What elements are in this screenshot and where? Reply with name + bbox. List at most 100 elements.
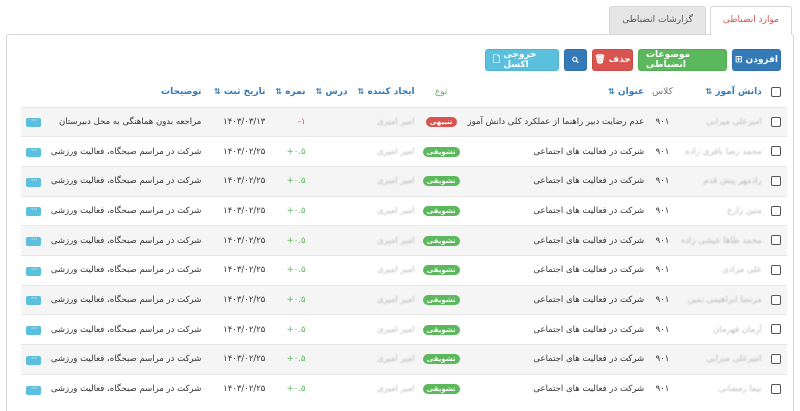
- col-class[interactable]: کلاس: [648, 77, 677, 107]
- row-checkbox[interactable]: [771, 265, 782, 276]
- tab-disciplinary-cases[interactable]: موارد انضباطی: [709, 6, 792, 35]
- table-row[interactable]: رادمهر پیش قدم ۹۰۱ شرکت در فعالیت های اجتم…: [21, 165, 787, 197]
- table-row[interactable]: امیرعلی میرابی ۹۰۱ شرکت در فعالیت های اجتم…: [21, 344, 787, 375]
- lesson-value: [309, 344, 352, 375]
- date-value: ۱۴۰۳/۰۲/۲۵: [205, 136, 270, 167]
- title-value: شرکت در فعالیت های اجتماعی: [463, 165, 649, 197]
- excel-export-button[interactable]: 🗋 خروجی اکسل: [485, 49, 559, 71]
- type-badge: تنبیهی: [425, 116, 457, 127]
- search-icon: [572, 56, 579, 64]
- lesson-value: [309, 165, 352, 197]
- row-select-cell: [765, 284, 787, 315]
- notes-value: شرکت در مراسم صبحگاه، فعالیت ورزشی: [46, 284, 206, 315]
- row-checkbox[interactable]: [771, 235, 782, 246]
- col-lesson[interactable]: درس ⇅: [310, 77, 352, 107]
- sort-icon: ⇅: [275, 86, 283, 96]
- sort-icon: ⇅: [357, 86, 365, 96]
- row-actions-cell: ···: [21, 225, 47, 256]
- row-checkbox[interactable]: [771, 354, 782, 365]
- row-checkbox[interactable]: [771, 205, 782, 216]
- table-row[interactable]: مرتضا ابراهیمی ثمین ۹۰۱ شرکت در فعالیت های…: [21, 284, 787, 315]
- creator-name: امیر امیری: [351, 106, 419, 137]
- col-title[interactable]: عنوان ⇅: [464, 77, 649, 107]
- row-checkbox[interactable]: [771, 146, 782, 157]
- class-value: ۹۰۱: [648, 106, 677, 137]
- type-cell: تشویقی: [418, 225, 464, 256]
- row-actions-cell: ···: [21, 136, 47, 167]
- tab-disciplinary-reports[interactable]: گزارشات انضباطی: [609, 6, 706, 34]
- row-checkbox[interactable]: [771, 175, 782, 186]
- ellipsis-icon[interactable]: ···: [26, 236, 42, 247]
- row-actions-cell: ···: [21, 165, 47, 197]
- grade-value: +۰.۵: [269, 344, 310, 375]
- creator-name: امیر امیری: [351, 344, 419, 375]
- ellipsis-icon[interactable]: ···: [26, 147, 42, 158]
- sort-icon: ⇅: [214, 86, 221, 96]
- title-value: شرکت در فعالیت های اجتماعی: [463, 284, 649, 315]
- ellipsis-icon[interactable]: ···: [26, 265, 42, 276]
- notes-value: شرکت در مراسم صبحگاه، فعالیت ورزشی: [46, 314, 206, 345]
- type-cell: تشویقی: [418, 195, 464, 226]
- table-row[interactable]: محمد رضا باقری زاده ۹۰۱ شرکت در فعالیت های…: [21, 136, 787, 167]
- grade-value: +۰.۵: [269, 165, 310, 197]
- class-value: ۹۰۱: [648, 225, 677, 256]
- type-cell: تشویقی: [418, 373, 464, 404]
- search-button[interactable]: [564, 49, 587, 71]
- class-value: ۹۰۱: [648, 165, 677, 197]
- col-notes[interactable]: توضیحات: [47, 77, 206, 107]
- col-type[interactable]: نوع: [419, 77, 464, 107]
- type-cell: تشویقی: [418, 284, 464, 315]
- select-all-checkbox[interactable]: [771, 86, 782, 97]
- grade-value: +۰.۵: [269, 314, 310, 345]
- disciplinary-topics-button[interactable]: موضوعات انضباطی: [638, 49, 727, 71]
- row-checkbox[interactable]: [771, 116, 782, 127]
- col-grade[interactable]: نمره ⇅: [269, 77, 309, 107]
- col-date-label: تاریخ ثبت: [223, 86, 266, 97]
- col-student-label: دانش آموز: [715, 86, 762, 97]
- add-button[interactable]: ⊞ افزودن: [732, 49, 781, 71]
- row-select-cell: [765, 195, 787, 226]
- student-name: علی مرادی: [676, 254, 766, 286]
- table-row[interactable]: علی مرادی ۹۰۱ شرکت در فعالیت های اجتماعی تش…: [21, 254, 787, 286]
- date-value: ۱۴۰۳/۰۲/۲۵: [205, 373, 270, 404]
- student-name: محمد رضا باقری زاده: [676, 136, 766, 167]
- lesson-value: [309, 225, 352, 256]
- ellipsis-icon[interactable]: ···: [26, 176, 42, 187]
- ellipsis-icon[interactable]: ···: [26, 354, 42, 365]
- delete-button[interactable]: 🗑 حذف: [592, 49, 633, 71]
- ellipsis-icon[interactable]: ···: [26, 384, 42, 395]
- ellipsis-icon[interactable]: ···: [26, 206, 42, 217]
- creator-name: امیر امیری: [351, 373, 419, 404]
- type-badge: تشویقی: [422, 354, 460, 365]
- plus-square-icon: ⊞: [734, 55, 743, 65]
- date-value: ۱۴۰۳/۰۲/۲۵: [205, 344, 270, 375]
- file-icon: 🗋: [493, 55, 501, 65]
- col-creator[interactable]: ایجاد کننده ⇅: [352, 77, 419, 107]
- row-checkbox[interactable]: [771, 294, 782, 305]
- row-actions-cell: ···: [21, 373, 47, 404]
- disciplinary-table: دانش آموز ⇅ کلاس عنوان ⇅ نوع ایجاد کننده…: [21, 77, 787, 404]
- table-row[interactable]: نیما رمضانی ۹۰۱ شرکت در فعالیت های اجتماعی…: [21, 373, 787, 404]
- date-value: ۱۴۰۳/۰۲/۲۵: [205, 314, 270, 345]
- row-select-cell: [765, 225, 787, 256]
- grade-value: +۰.۵: [269, 195, 310, 226]
- main-panel: ⊞ افزودن موضوعات انضباطی 🗑 حذف 🗋 خروجی ا…: [6, 34, 794, 411]
- creator-name: امیر امیری: [351, 284, 419, 315]
- lesson-value: [309, 136, 352, 167]
- ellipsis-icon[interactable]: ···: [26, 325, 42, 336]
- table-row[interactable]: آرمان قهرمان ۹۰۱ شرکت در فعالیت های اجتماع…: [21, 314, 787, 345]
- table-row[interactable]: امیرعلی میرابی ۹۰۱ عدم رضایت دبیر راهنما ا…: [21, 106, 787, 137]
- type-badge: تشویقی: [422, 205, 460, 216]
- row-checkbox[interactable]: [771, 324, 782, 335]
- row-checkbox[interactable]: [771, 384, 782, 395]
- row-actions-cell: ···: [21, 106, 47, 137]
- col-student[interactable]: دانش آموز ⇅: [677, 77, 766, 107]
- table-row[interactable]: محمد طاها عیشی زاده ۹۰۱ شرکت در فعالیت های…: [21, 225, 787, 256]
- row-select-cell: [765, 106, 787, 137]
- col-date[interactable]: تاریخ ثبت ⇅: [205, 77, 269, 107]
- table-row[interactable]: متین زارع ۹۰۱ شرکت در فعالیت های اجتماعی تش…: [21, 195, 787, 226]
- ellipsis-icon[interactable]: ···: [26, 295, 42, 306]
- class-value: ۹۰۱: [648, 195, 677, 226]
- ellipsis-icon[interactable]: ···: [26, 117, 42, 128]
- type-badge: تشویقی: [422, 324, 460, 335]
